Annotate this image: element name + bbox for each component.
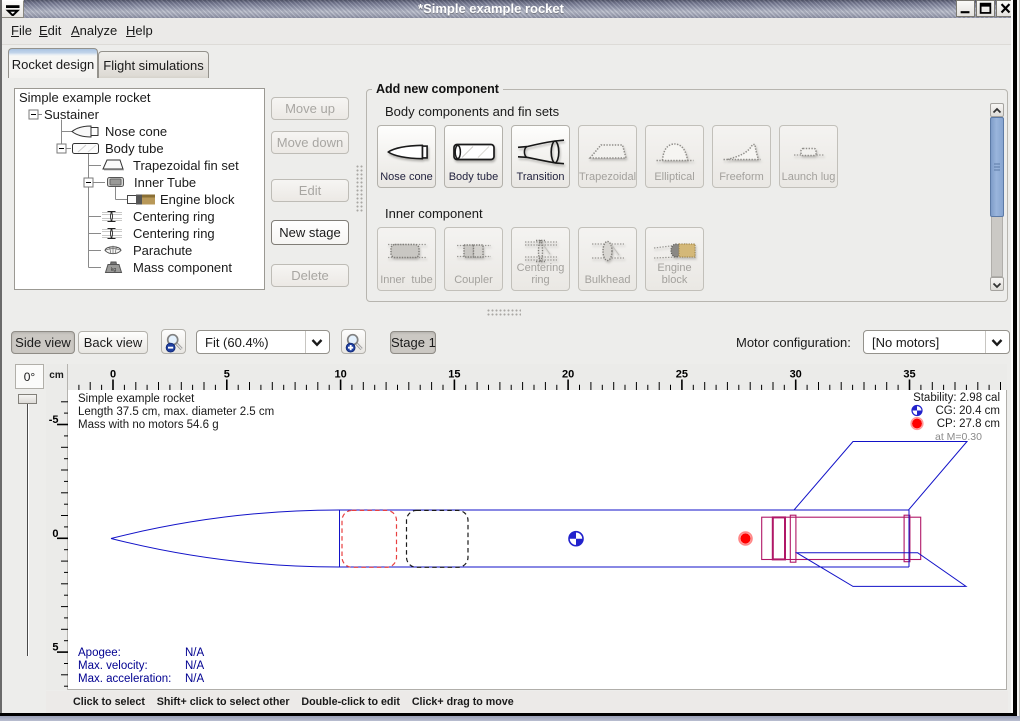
svg-text:Mass with no motors 54.6 g: Mass with no motors 54.6 g	[78, 419, 219, 431]
svg-text:10: 10	[334, 369, 346, 381]
svg-text:Max. acceleration:: Max. acceleration:	[78, 673, 171, 685]
svg-text:Length 37.5 cm, max. diameter: Length 37.5 cm, max. diameter 2.5 cm	[78, 406, 274, 418]
svg-text:N/A: N/A	[185, 647, 205, 659]
svg-text:Simple example rocket: Simple example rocket	[78, 393, 195, 405]
svg-text:Stability: 2.98 cal: Stability: 2.98 cal	[913, 392, 1000, 404]
svg-text:N/A: N/A	[185, 673, 205, 685]
svg-text:35: 35	[903, 369, 915, 381]
svg-text:5: 5	[52, 642, 58, 654]
svg-text:0: 0	[52, 528, 58, 540]
svg-text:Max. velocity:: Max. velocity:	[78, 660, 148, 672]
svg-text:15: 15	[448, 369, 460, 381]
svg-text:Apogee:: Apogee:	[78, 647, 121, 659]
svg-text:20: 20	[562, 369, 574, 381]
svg-text:5: 5	[224, 369, 230, 381]
svg-text:30: 30	[790, 369, 802, 381]
svg-text:kg: kg	[111, 267, 117, 273]
svg-text:-5: -5	[49, 414, 59, 426]
svg-text:0: 0	[110, 369, 116, 381]
svg-text:25: 25	[676, 369, 688, 381]
svg-text:CG: 20.4 cm: CG: 20.4 cm	[935, 405, 1000, 417]
svg-text:N/A: N/A	[185, 660, 205, 672]
svg-text:CP: 27.8 cm: CP: 27.8 cm	[937, 418, 1000, 430]
